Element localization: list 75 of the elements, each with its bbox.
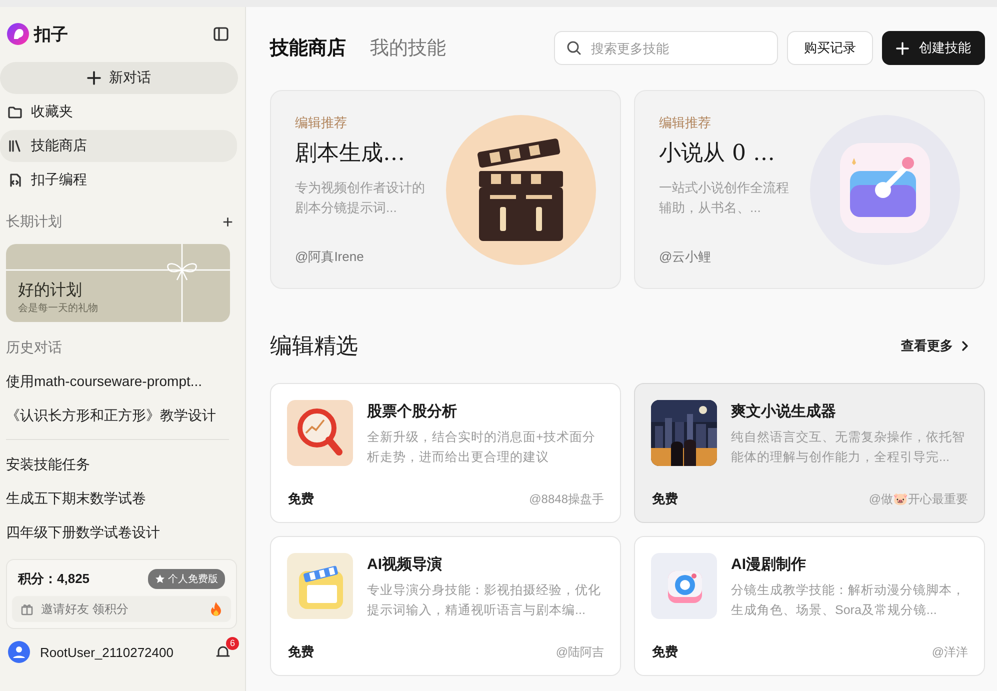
chevron-right-icon [959, 340, 971, 352]
invite-button[interactable]: 邀请好友 领积分 [12, 596, 231, 622]
app-name: 扣子 [34, 24, 68, 46]
price-label: 免费 [288, 490, 314, 508]
skill-description: 专业导演分身技能：影视拍摄经验，优化提示词输入，精通视听语言与剧本编... [367, 582, 602, 619]
plan-card[interactable]: 好的计划 会是每一天的礼物 [6, 244, 230, 322]
skill-description: 纯自然语言交互、无需复杂操作，依托智能体的理解与创作能力，全程引导完... [731, 429, 966, 466]
author-name: @陆阿吉 [556, 644, 604, 660]
featured-tag: 编辑推荐 [659, 114, 791, 132]
skill-title: AI漫剧制作 [731, 555, 807, 574]
plan-title: 好的计划 [18, 280, 83, 301]
plan-badge: 个人免费版 [148, 569, 225, 589]
featured-description: 一站式小说创作全流程辅助，从书名、... [659, 178, 790, 216]
camera-drawing [651, 553, 717, 619]
featured-card[interactable]: 编辑推荐 剧本生成… 专为视频创作者设计的剧本分镜提示词... @阿真Irene [270, 90, 621, 289]
logo-icon [6, 22, 30, 46]
skill-card[interactable]: 爽文小说生成器 纯自然语言交互、无需复杂操作，依托智能体的理解与创作能力，全程引导完... 免费 @做🐷开心最重要 [634, 383, 985, 523]
code-file-icon [7, 172, 23, 188]
skill-card[interactable]: AI视频导演 专业导演分身技能：影视拍摄经验，优化提示词输入，精通视听语言与剧本编... 免费 @陆阿吉 [270, 536, 621, 676]
author-name: @做🐷开心最重要 [868, 490, 968, 508]
search-field[interactable]: 搜索更多技能 [554, 31, 778, 65]
skill-card[interactable]: 股票个股分析 全新升级，结合实时的消息面+技术面分析走势，进而给出更合理的建议 免费 @8848操盘手 [270, 383, 621, 523]
tab[interactable]: 我的技能 [370, 35, 446, 61]
star-icon [155, 574, 165, 584]
books-icon [7, 138, 23, 154]
nav-item[interactable]: 收藏夹 [0, 96, 237, 128]
history-item[interactable]: 安装技能任务 [6, 447, 237, 481]
history-item[interactable]: 生成五下期末数学试卷 [6, 481, 237, 515]
history-item[interactable]: 使用math-courseware-prompt... [6, 364, 237, 398]
magnifier-drawing [287, 400, 353, 466]
price-label: 免费 [652, 643, 678, 661]
author-name: @洋洋 [932, 644, 968, 660]
nav-item[interactable]: 扣子编程 [0, 164, 237, 196]
section-heading: 长期计划 [6, 213, 62, 231]
skill-title: AI视频导演 [367, 555, 443, 574]
featured-title: 剧本生成… [295, 140, 406, 168]
history-item[interactable]: 四年级下册数学试卷设计 [6, 515, 237, 549]
purchase-history-button[interactable]: 购买记录 [787, 31, 873, 65]
featured-description: 专为视频创作者设计的剧本分镜提示词... [295, 178, 426, 216]
search-icon [566, 40, 582, 56]
gift-icon [20, 602, 34, 616]
author-name: @8848操盘手 [529, 490, 604, 508]
points-label: 积分：4,825 [18, 570, 90, 588]
featured-title: 小说从 0 … [659, 140, 776, 168]
featured-tag: 编辑推荐 [295, 114, 427, 132]
new-chat-button[interactable]: 新对话 [0, 62, 238, 94]
nav-item[interactable]: 技能商店 [0, 130, 237, 162]
section-title: 编辑精选 [270, 333, 358, 361]
featured-card[interactable]: 编辑推荐 小说从 0 … 一站式小说创作全流程辅助，从书名、... @云小鲤 [634, 90, 985, 289]
plus-icon [896, 42, 909, 54]
sidebar-toggle-icon[interactable] [213, 26, 229, 42]
section-heading: 历史对话 [6, 339, 62, 357]
notification-badge: 6 [226, 637, 239, 650]
tab[interactable]: 技能商店 [270, 35, 346, 61]
price-label: 免费 [288, 643, 314, 661]
see-more-link[interactable]: 查看更多 [901, 337, 971, 355]
history-item[interactable]: 《认识长方形和正方形》教学设计 [6, 398, 237, 432]
skill-card[interactable]: AI漫剧制作 分镜生成教学技能：解析动漫分镜脚本，生成角色、场景、Sora及常规分镜... 免费 @洋洋 [634, 536, 985, 676]
user-name: RootUser_2110272400 [40, 644, 174, 660]
author-name: @阿真Irene [295, 248, 365, 266]
plan-subtitle: 会是每一天的礼物 [18, 302, 99, 315]
plus-icon [87, 71, 101, 85]
skill-title: 爽文小说生成器 [731, 402, 837, 421]
price-label: 免费 [652, 490, 678, 508]
skill-title: 股票个股分析 [367, 402, 458, 421]
skill-description: 分镜生成教学技能：解析动漫分镜脚本，生成角色、场景、Sora及常规分镜... [731, 582, 966, 619]
folder-icon [7, 104, 23, 120]
create-skill-button[interactable]: 创建技能 [882, 31, 985, 65]
skill-description: 全新升级，结合实时的消息面+技术面分析走势，进而给出更合理的建议 [367, 429, 596, 466]
bell-icon[interactable] [215, 644, 231, 660]
avatar-icon [8, 641, 30, 663]
clapperboard-drawing [287, 553, 353, 619]
add-button[interactable]: + [218, 212, 237, 232]
fire-icon [209, 601, 223, 617]
author-name: @云小鲤 [659, 248, 712, 266]
